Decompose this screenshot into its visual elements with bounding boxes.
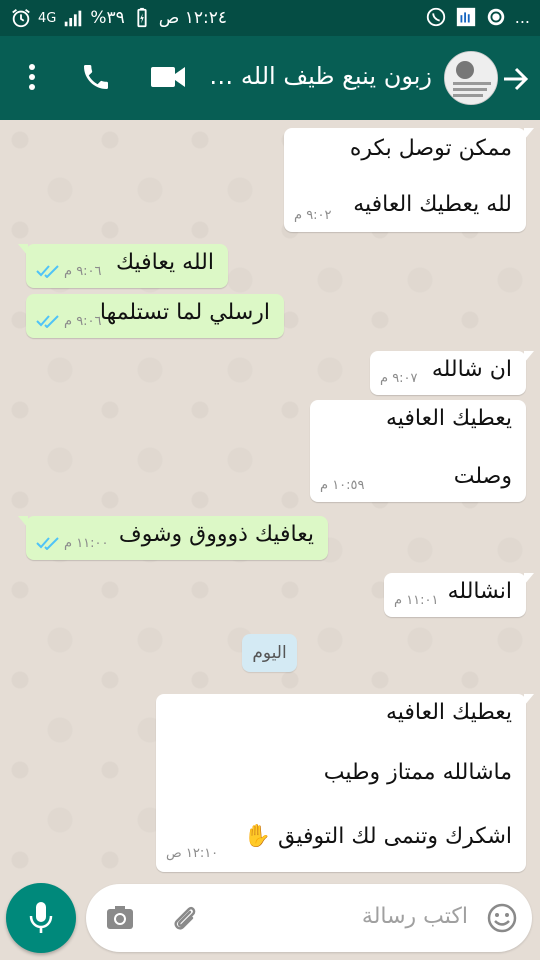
paperclip-icon[interactable]: [168, 902, 200, 934]
network-type: 4G: [38, 10, 57, 26]
mic-icon: [29, 902, 53, 933]
message-composer[interactable]: اكتب رسالة: [86, 884, 532, 952]
message-text: يعافيك ذوووق وشوف: [118, 522, 314, 547]
read-receipt-icon: [36, 315, 59, 328]
message-text: لله يعطيك العافيه: [353, 192, 512, 217]
bubble-tail: [524, 573, 534, 585]
battery-charging-icon: [137, 7, 147, 28]
phone-icon[interactable]: [80, 61, 112, 93]
message-incoming[interactable]: انشالله ١١:٠١ م: [384, 573, 534, 617]
mic-button[interactable]: [6, 883, 76, 953]
status-bar: ١٢:٢٤ ص ٣٩% 4G ...: [0, 0, 540, 36]
message-text: يعطيك العافيه: [385, 700, 512, 725]
status-bar-right: ...: [425, 6, 530, 28]
whatsapp-icon: [426, 7, 445, 27]
date-divider: اليوم: [242, 634, 297, 672]
message-time: ١١:٠١ م: [394, 593, 439, 608]
avatar-image: [445, 52, 497, 104]
arrow-back-icon[interactable]: [500, 64, 530, 94]
message-text: ممكن توصل بكره: [349, 136, 512, 161]
message-text: وصلت: [453, 464, 512, 489]
message-outgoing[interactable]: يعافيك ذوووق وشوف ١١:٠٠ م: [18, 516, 328, 560]
message-time: ١٠:٥٩ م: [320, 478, 365, 493]
more-vert-icon[interactable]: [20, 62, 44, 92]
video-call-icon[interactable]: [150, 64, 186, 90]
alarm-icon: [12, 9, 30, 28]
read-receipt-icon: [36, 537, 59, 550]
message-time: ١٢:١٠ ص: [166, 846, 219, 861]
message-outgoing[interactable]: الله يعافيك ٩:٠٦ م: [18, 244, 228, 288]
chat-header: زبون ينبع ظيف الله ا...: [0, 36, 540, 120]
message-text: الله يعافيك: [115, 250, 214, 275]
status-bar-left: ١٢:٢٤ ص ٣٩% 4G: [10, 7, 227, 29]
message-incoming[interactable]: يعطيك العافيه وصلت ١٠:٥٩ م: [310, 400, 526, 502]
app-notification-icon: [456, 7, 475, 27]
message-time: ٩:٠٧ م: [380, 371, 418, 386]
read-receipt-icon: [36, 265, 59, 278]
camera-icon[interactable]: [104, 902, 136, 934]
avatar[interactable]: [444, 51, 498, 105]
message-input[interactable]: اكتب رسالة: [362, 904, 468, 929]
message-text: ارسلي لما تستلمها: [99, 300, 270, 325]
contact-name[interactable]: زبون ينبع ظيف الله ا...: [207, 62, 432, 90]
bubble-tail: [18, 516, 28, 528]
message-text: انشالله: [447, 579, 512, 604]
message-time: ٩:٠٦ م: [64, 264, 102, 279]
clock-text: ١٢:٢٤ ص: [158, 8, 228, 28]
bubble-tail: [524, 351, 534, 363]
message-time: ٩:٠٦ م: [64, 314, 102, 329]
message-text: ماشالله ممتاز وطيب: [323, 760, 512, 785]
chat-area[interactable]: ممكن توصل بكره لله يعطيك العافيه ٩:٠٢ م …: [0, 120, 540, 880]
bubble-tail: [524, 128, 534, 140]
message-incoming[interactable]: ممكن توصل بكره لله يعطيك العافيه ٩:٠٢ م: [284, 128, 534, 232]
message-time: ٩:٠٢ م: [294, 208, 332, 223]
message-text: يعطيك العافيه: [385, 406, 512, 431]
vpn-icon: [487, 8, 504, 26]
message-incoming[interactable]: ان شالله ٩:٠٧ م: [370, 351, 534, 395]
battery-percent: ٣٩%: [90, 8, 125, 28]
message-text: ان شالله: [431, 357, 512, 382]
bubble-tail: [18, 244, 28, 256]
message-outgoing[interactable]: ارسلي لما تستلمها ٩:٠٦ م: [26, 294, 284, 338]
message-time: ١١:٠٠ م: [64, 536, 109, 551]
message-text: اشكرك وتنمى لك التوفيق ✋: [243, 824, 512, 849]
message-incoming[interactable]: يعطيك العافيه ماشالله ممتاز وطيب اشكرك و…: [156, 694, 534, 872]
bubble-tail: [524, 694, 534, 706]
signal-icon: [65, 10, 82, 27]
more-notifications: ...: [514, 7, 530, 27]
emoji-icon[interactable]: [486, 902, 518, 934]
